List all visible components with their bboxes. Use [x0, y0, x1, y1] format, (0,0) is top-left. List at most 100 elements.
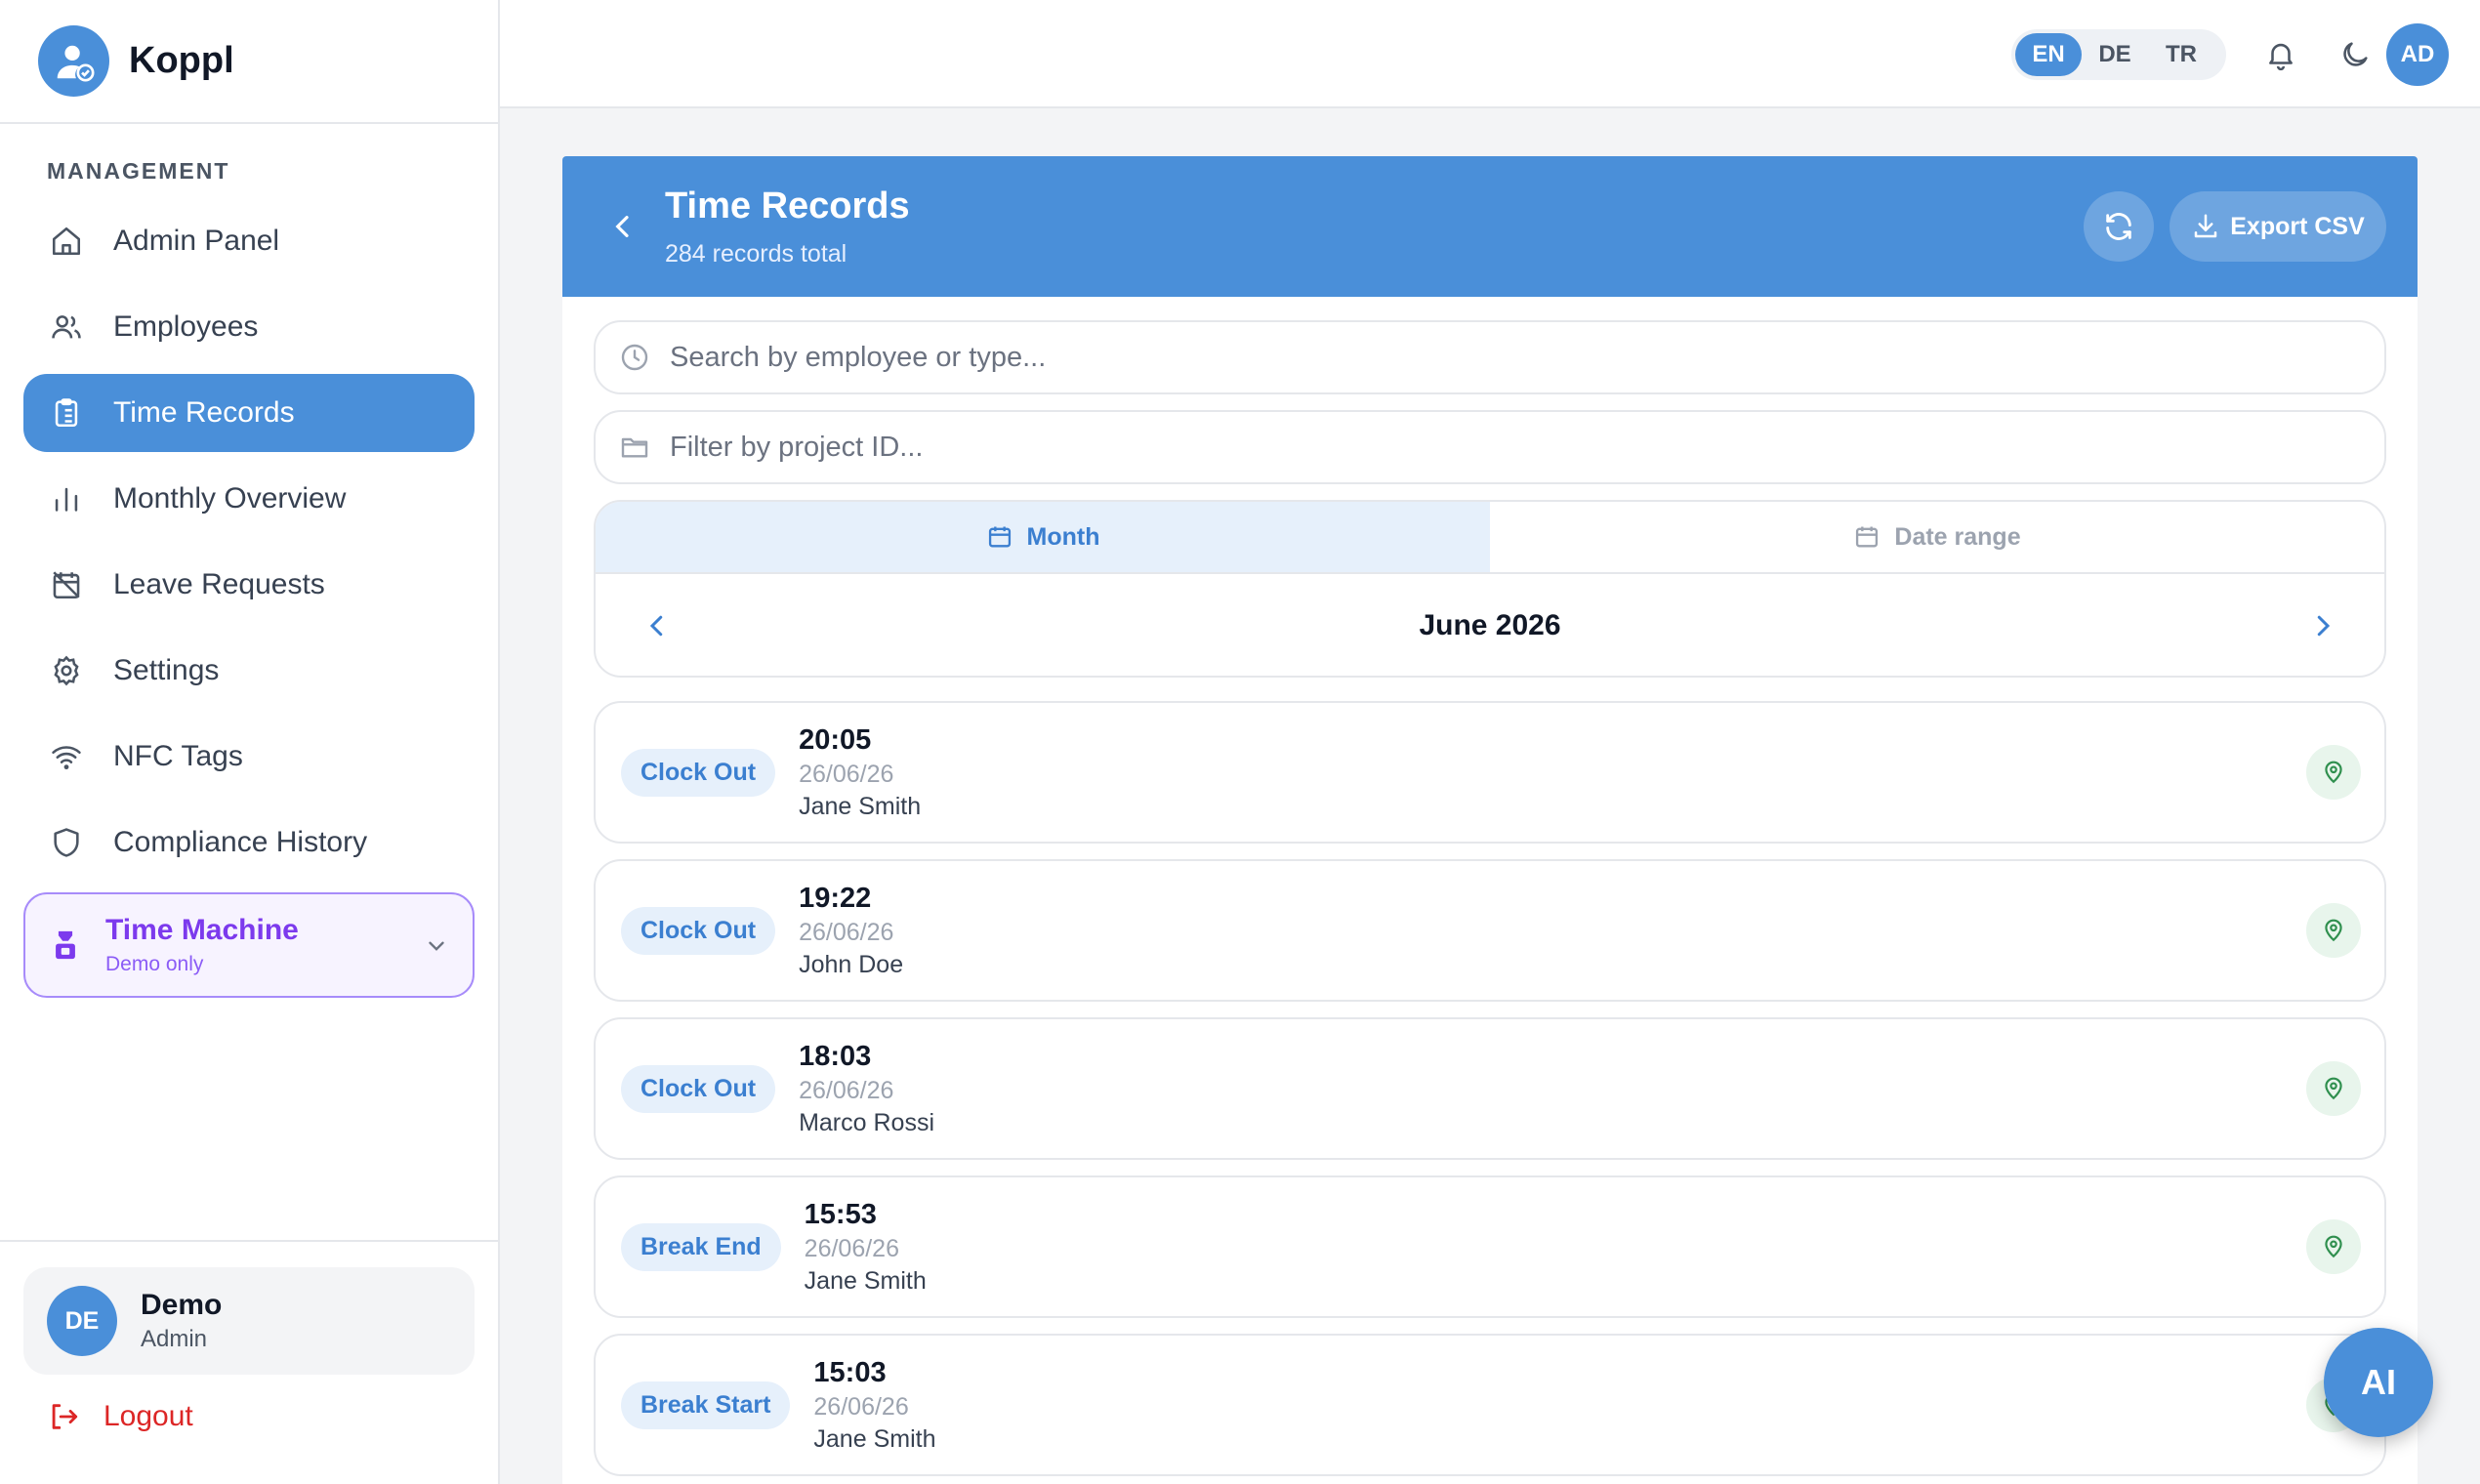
- brand[interactable]: Koppl: [0, 0, 498, 124]
- period-selector: Month Date range June 2026: [594, 500, 2386, 678]
- sidebar-item-employees[interactable]: Employees: [23, 288, 475, 366]
- record-type-badge: Break End: [621, 1222, 781, 1271]
- record-type-badge: Clock Out: [621, 906, 776, 955]
- tab-date-range-label: Date range: [1894, 522, 2021, 551]
- search-field: [594, 320, 2386, 394]
- folder-icon: [619, 432, 650, 463]
- location-pin-button[interactable]: [2306, 1219, 2361, 1274]
- ai-assistant-button[interactable]: AI: [2324, 1328, 2433, 1437]
- tab-month-label: Month: [1026, 522, 1100, 551]
- logout-label: Logout: [103, 1400, 193, 1432]
- period-tabs: Month Date range: [596, 502, 2384, 574]
- sidebar-item-settings[interactable]: Settings: [23, 632, 475, 710]
- gear-icon: [47, 651, 86, 690]
- page-title: Time Records: [665, 186, 910, 227]
- record-item[interactable]: Clock Out 20:05 26/06/26 Jane Smith: [594, 701, 2386, 844]
- sidebar-item-monthly-overview[interactable]: Monthly Overview: [23, 460, 475, 538]
- logout-button[interactable]: Logout: [47, 1400, 193, 1433]
- record-date: 26/06/26: [799, 760, 894, 788]
- sidebar-item-label: Employees: [113, 310, 259, 343]
- avatar: DE: [47, 1286, 117, 1356]
- record-time: 19:22: [799, 882, 872, 914]
- user-name: Demo: [141, 1289, 223, 1321]
- current-month: June 2026: [1419, 609, 1561, 641]
- record-time: 18:03: [799, 1040, 872, 1072]
- top-bar: EN DE TR AD: [500, 0, 2480, 108]
- sidebar-item-time-records[interactable]: Time Records: [23, 374, 475, 452]
- record-type-badge: Clock Out: [621, 1064, 776, 1113]
- brand-logo-icon: [38, 25, 109, 97]
- record-item[interactable]: Clock Out 19:22 26/06/26 John Doe: [594, 859, 2386, 1002]
- moon-icon[interactable]: [2335, 35, 2375, 74]
- page-header: Time Records 284 records total Export CS…: [562, 156, 2418, 297]
- map-pin-icon: [2321, 760, 2346, 785]
- tab-month[interactable]: Month: [596, 502, 1490, 572]
- sidebar-item-label: Admin Panel: [113, 225, 280, 257]
- location-pin-button[interactable]: [2306, 903, 2361, 958]
- home-icon: [47, 222, 86, 261]
- calendar-range-icon: [1853, 523, 1881, 551]
- shield-icon: [47, 823, 86, 862]
- user-avatar-button[interactable]: AD: [2386, 23, 2449, 86]
- location-pin-button[interactable]: [2306, 745, 2361, 800]
- record-employee: Marco Rossi: [799, 1108, 934, 1136]
- sidebar-footer: DE Demo Admin Logout: [0, 1240, 498, 1484]
- bell-icon[interactable]: [2261, 35, 2300, 74]
- map-pin-icon: [2321, 1234, 2346, 1259]
- language-tr[interactable]: TR: [2148, 33, 2214, 76]
- sidebar: Koppl MANAGEMENT Admin Panel Employees T…: [0, 0, 500, 1484]
- brand-name: Koppl: [129, 40, 234, 81]
- sidebar-item-compliance-history[interactable]: Compliance History: [23, 804, 475, 882]
- map-pin-icon: [2321, 918, 2346, 943]
- location-pin-button[interactable]: [2306, 1061, 2361, 1116]
- wifi-icon: [47, 737, 86, 776]
- logout-icon: [47, 1400, 80, 1433]
- calendar-icon: [986, 523, 1013, 551]
- time-machine-icon: [51, 928, 80, 962]
- records-list: Clock Out 20:05 26/06/26 Jane Smith Cloc…: [594, 701, 2386, 1484]
- sidebar-nav: Admin Panel Employees Time Records Month…: [23, 202, 475, 889]
- sidebar-item-leave-requests[interactable]: Leave Requests: [23, 546, 475, 624]
- record-type-badge: Break Start: [621, 1381, 791, 1429]
- record-date: 26/06/26: [813, 1392, 909, 1421]
- sidebar-item-nfc-tags[interactable]: NFC Tags: [23, 718, 475, 796]
- sidebar-item-admin-panel[interactable]: Admin Panel: [23, 202, 475, 280]
- chevron-down-icon: [424, 933, 449, 964]
- export-csv-label: Export CSV: [2230, 212, 2365, 240]
- back-arrow-icon[interactable]: [607, 211, 639, 247]
- record-item[interactable]: Clock Out 18:03 26/06/26 Marco Rossi: [594, 1017, 2386, 1160]
- bar-chart-icon: [47, 479, 86, 518]
- project-id-input[interactable]: [670, 431, 2330, 464]
- time-machine-toggle[interactable]: Time Machine Demo only: [23, 892, 475, 998]
- sidebar-item-label: Time Records: [113, 396, 295, 429]
- map-pin-icon: [2321, 1076, 2346, 1101]
- tab-date-range[interactable]: Date range: [1490, 502, 2384, 572]
- sidebar-item-label: NFC Tags: [113, 740, 243, 772]
- record-type-badge: Clock Out: [621, 748, 776, 797]
- search-input[interactable]: [670, 341, 2330, 374]
- chevron-left-icon[interactable]: [642, 611, 672, 645]
- language-de[interactable]: DE: [2082, 33, 2148, 76]
- project-filter-field: [594, 410, 2386, 484]
- user-role: Admin: [141, 1326, 208, 1352]
- users-icon: [47, 308, 86, 347]
- record-item[interactable]: Break Start 15:03 26/06/26 Jane Smith: [594, 1334, 2386, 1476]
- chevron-right-icon[interactable]: [2308, 611, 2337, 645]
- sidebar-item-label: Compliance History: [113, 826, 368, 858]
- record-time: 15:53: [804, 1198, 877, 1230]
- record-item[interactable]: Break End 15:53 26/06/26 Jane Smith: [594, 1175, 2386, 1318]
- language-en[interactable]: EN: [2015, 33, 2082, 76]
- month-navigator: June 2026: [596, 574, 2384, 676]
- user-card[interactable]: DE Demo Admin: [23, 1267, 475, 1375]
- refresh-button[interactable]: [2084, 191, 2154, 262]
- clock-icon: [619, 342, 650, 373]
- record-date: 26/06/26: [799, 1076, 894, 1104]
- record-employee: Jane Smith: [804, 1266, 927, 1295]
- time-records-card: Time Records 284 records total Export CS…: [562, 156, 2418, 1484]
- record-time: 15:03: [813, 1356, 887, 1388]
- record-employee: John Doe: [799, 950, 904, 978]
- sidebar-item-label: Settings: [113, 654, 220, 686]
- record-date: 26/06/26: [799, 918, 894, 946]
- download-icon: [2191, 212, 2220, 241]
- export-csv-button[interactable]: Export CSV: [2170, 191, 2386, 262]
